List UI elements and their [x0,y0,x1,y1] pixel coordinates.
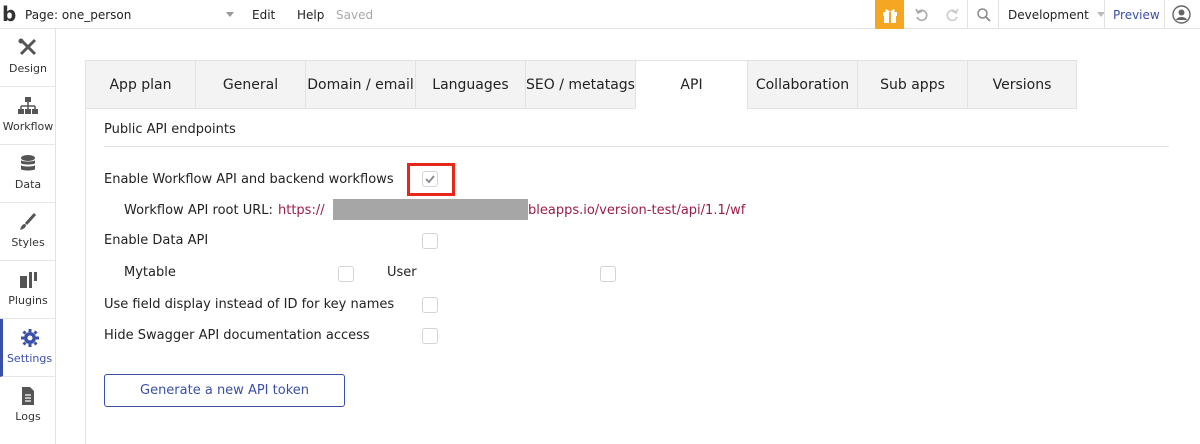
sidebar-item-workflow[interactable]: Workflow [0,87,56,145]
topbar-divider [1104,0,1105,29]
sidebar-item-design[interactable]: Design [0,29,56,87]
help-menu[interactable]: Help [297,0,324,29]
database-icon [17,154,39,174]
settings-tabs: App plan General Domain / email Language… [85,60,1077,109]
brush-icon [17,212,39,232]
design-icon [17,38,39,58]
sidebar-item-styles[interactable]: Styles [0,203,56,261]
chevron-down-icon [226,12,234,17]
workflow-url-start[interactable]: https:// [278,203,325,218]
sidebar-item-label: Design [9,62,47,75]
user-avatar-icon[interactable] [1172,5,1191,24]
workflow-url-label: Workflow API root URL: [124,203,273,218]
field-display-checkbox[interactable] [422,297,438,313]
data-type-mytable-label: Mytable [124,265,176,280]
undo-icon[interactable] [910,0,934,29]
topbar-divider [998,0,999,29]
sidebar-item-label: Settings [6,352,53,365]
sidebar-item-label: Logs [15,410,41,423]
environment-select[interactable]: Development [1008,0,1105,29]
topbar-divider [1164,0,1165,29]
redacted-block [333,199,528,220]
search-icon[interactable] [972,0,996,29]
document-icon [17,386,39,406]
sidebar-item-label: Workflow [2,120,54,133]
tab-collaboration[interactable]: Collaboration [747,60,857,109]
field-display-label: Use field display instead of ID for key … [104,297,395,312]
logo-text: b [2,2,16,26]
sidebar-item-logs[interactable]: Logs [0,377,56,435]
top-bar: b Page: one_person Edit Help Saved Devel… [0,0,1200,29]
hide-swagger-label: Hide Swagger API documentation access [104,328,370,343]
enable-workflow-api-label: Enable Workflow API and backend workflow… [104,172,394,187]
highlight-box [407,163,455,196]
tab-seo-metatags[interactable]: SEO / metatags [525,60,635,109]
gear-icon [19,328,41,348]
sidebar-item-data[interactable]: Data [0,145,56,203]
tab-versions[interactable]: Versions [967,60,1077,109]
enable-data-api-label: Enable Data API [104,233,209,248]
section-divider [104,146,1169,147]
data-type-mytable-checkbox[interactable] [338,266,354,282]
tab-domain-email[interactable]: Domain / email [305,60,415,109]
workflow-url-end[interactable]: bleapps.io/version-test/api/1.1/wf [528,203,745,218]
data-type-user-checkbox[interactable] [600,266,616,282]
sidebar-item-settings[interactable]: Settings [0,319,56,377]
edit-menu[interactable]: Edit [252,0,275,29]
sidebar-item-label: Data [14,178,42,191]
tab-sub-apps[interactable]: Sub apps [857,60,967,109]
sidebar-item-plugins[interactable]: Plugins [0,261,56,319]
page-select[interactable]: Page: one_person [25,0,240,29]
generate-api-token-button[interactable]: Generate a new API token [104,374,345,407]
tab-app-plan[interactable]: App plan [85,60,195,109]
redo-icon[interactable] [940,0,964,29]
data-type-user-label: User [387,265,417,280]
tab-languages[interactable]: Languages [415,60,525,109]
tab-general[interactable]: General [195,60,305,109]
saved-status: Saved [336,7,374,22]
sidebar-item-label: Styles [11,236,45,249]
section-title: Public API endpoints [104,122,236,137]
sidebar: Design Workflow Data Styles Plugins Sett… [0,29,56,444]
workflow-icon [17,96,39,116]
environment-value: Development [1008,7,1089,22]
hide-swagger-checkbox[interactable] [422,328,438,344]
enable-data-api-checkbox[interactable] [422,233,438,249]
page-select-value: Page: one_person [25,7,132,22]
gift-icon[interactable] [875,0,904,29]
plug-icon [17,270,39,290]
sidebar-item-label: Plugins [8,294,48,307]
bubble-logo[interactable]: b [2,2,16,26]
preview-link[interactable]: Preview [1113,0,1160,29]
topbar-divider [967,0,968,29]
tab-api[interactable]: API [635,60,747,109]
